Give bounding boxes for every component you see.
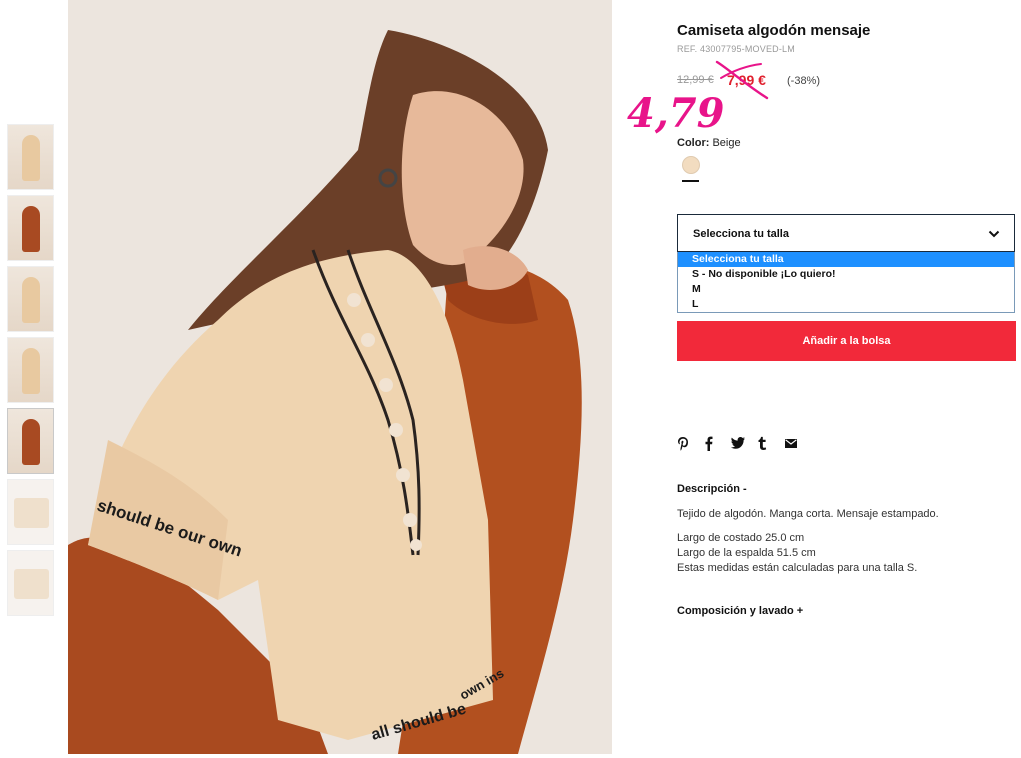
measure-line: Estas medidas están calculadas para una … (677, 562, 918, 574)
thumbnail-4[interactable] (7, 337, 54, 403)
facebook-icon[interactable] (704, 435, 731, 451)
discount-badge: (-38%) (787, 75, 821, 87)
thumbnail-figure (14, 569, 49, 599)
color-row: Color: Beige (677, 137, 741, 149)
size-option-s[interactable]: S - No disponible ¡Lo quiero! (678, 267, 1014, 282)
size-option-l[interactable]: L (678, 297, 1014, 312)
handwritten-price-annotation: 4,79 (627, 90, 725, 137)
thumbnail-figure (22, 277, 40, 323)
measures-block: Largo de costado 25.0 cm Largo de la esp… (677, 531, 917, 576)
email-icon[interactable] (785, 435, 812, 451)
thumbnail-1[interactable] (7, 124, 54, 190)
thumbnail-2[interactable] (7, 195, 54, 261)
thumbnail-5[interactable] (7, 408, 54, 474)
product-ref: REF. 43007795-MOVED-LM (677, 44, 795, 54)
pinterest-icon[interactable] (677, 435, 704, 451)
description-title[interactable]: Descripción - (677, 483, 747, 495)
thumbnail-7[interactable] (7, 550, 54, 616)
product-photo-illustration: should be our own all should be own ins (68, 0, 612, 754)
twitter-icon[interactable] (731, 435, 758, 451)
old-price: 12,99 € (677, 74, 714, 86)
color-swatch-beige[interactable] (682, 156, 700, 174)
thumbnail-3[interactable] (7, 266, 54, 332)
size-select-value: Selecciona tu talla (693, 228, 789, 240)
chevron-down-icon (988, 230, 1000, 238)
size-select[interactable]: Selecciona tu talla (677, 214, 1015, 252)
swatch-selected-indicator (682, 180, 699, 182)
tumblr-icon[interactable] (758, 435, 785, 451)
measure-line: Largo de la espalda 51.5 cm (677, 547, 816, 559)
color-value: Beige (712, 137, 741, 149)
thumbnail-figure (14, 498, 49, 528)
thumbnail-figure (22, 206, 40, 252)
size-options-list: Selecciona tu talla S - No disponible ¡L… (677, 252, 1015, 313)
size-option-placeholder[interactable]: Selecciona tu talla (678, 252, 1014, 267)
size-option-m[interactable]: M (678, 282, 1014, 297)
thumbnail-figure (22, 135, 40, 181)
composition-title[interactable]: Composición y lavado + (677, 605, 803, 617)
thumbnail-strip (7, 124, 54, 621)
product-photo: should be our own all should be own ins (68, 0, 612, 754)
description-text: Tejido de algodón. Manga corta. Mensaje … (677, 508, 939, 520)
share-bar (677, 435, 812, 451)
thumbnail-figure (22, 419, 40, 465)
measure-line: Largo de costado 25.0 cm (677, 532, 805, 544)
add-to-bag-button[interactable]: Añadir a la bolsa (677, 321, 1016, 361)
thumbnail-6[interactable] (7, 479, 54, 545)
color-label: Color: (677, 137, 710, 149)
thumbnail-figure (22, 348, 40, 394)
product-title: Camiseta algodón mensaje (677, 22, 871, 39)
